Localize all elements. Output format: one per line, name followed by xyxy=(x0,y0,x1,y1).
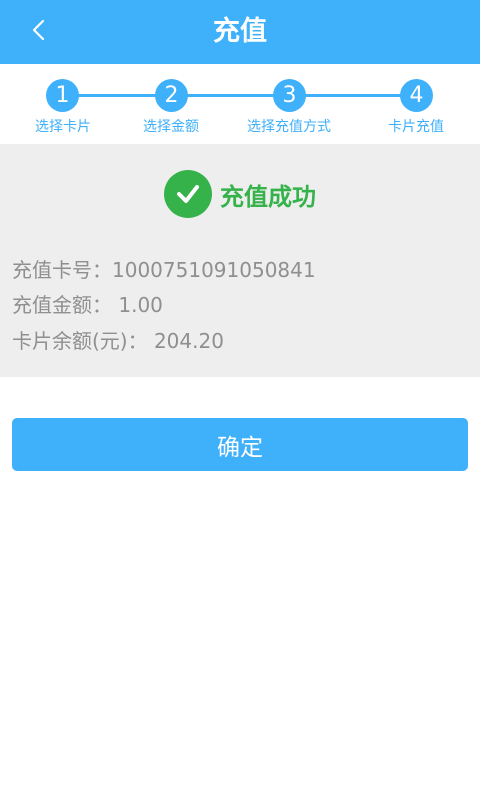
step-4-circle: 4 xyxy=(400,79,433,112)
step-3-circle: 3 xyxy=(273,79,306,112)
success-status: 充值成功 xyxy=(0,170,480,218)
amount-info: 充值金额： 1.00 xyxy=(12,293,163,317)
step-4-label: 卡片充值 xyxy=(388,119,444,135)
step-3-label: 选择充值方式 xyxy=(247,119,331,135)
step-1-circle: 1 xyxy=(46,79,79,112)
card-number-info: 充值卡号：1000751091050841 xyxy=(12,258,316,282)
check-circle-icon xyxy=(164,170,212,218)
step-1-label: 选择卡片 xyxy=(35,119,91,135)
step-connector-line xyxy=(63,94,417,97)
step-2-label: 选择金额 xyxy=(143,119,199,135)
app-header: 充值 xyxy=(0,0,480,64)
step-progress: 1 选择卡片 2 选择金额 3 选择充值方式 4 卡片充值 xyxy=(0,64,480,144)
result-panel: 充值成功 充值卡号：1000751091050841 充值金额： 1.00 卡片… xyxy=(0,144,480,377)
success-text: 充值成功 xyxy=(220,182,316,211)
page-title: 充值 xyxy=(213,16,267,47)
step-2-circle: 2 xyxy=(155,79,188,112)
confirm-button[interactable]: 确定 xyxy=(12,418,468,471)
balance-info: 卡片余额(元)： 204.20 xyxy=(12,329,224,353)
